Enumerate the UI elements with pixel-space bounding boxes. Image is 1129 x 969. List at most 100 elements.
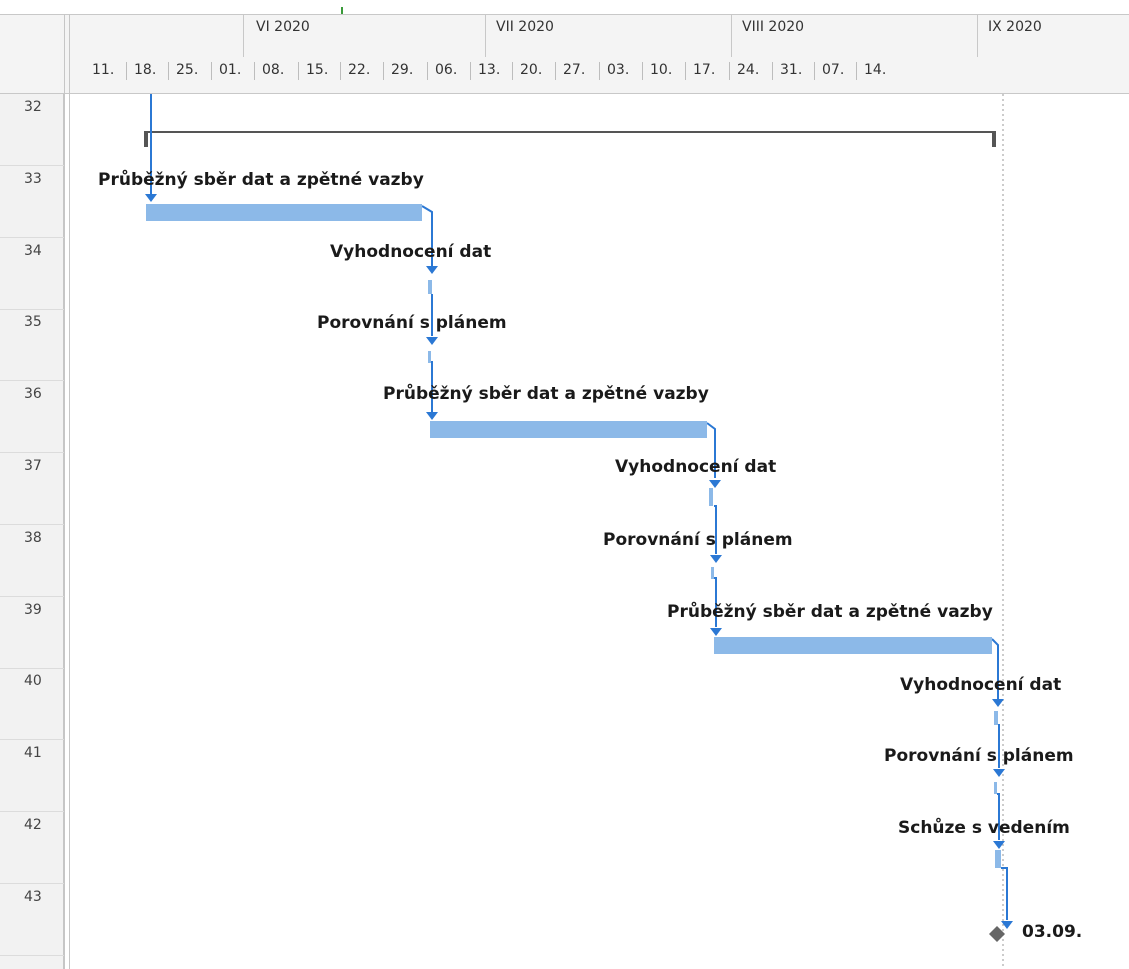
week-label: 10. <box>650 62 673 78</box>
link-arrowhead <box>426 266 438 274</box>
week-label: 08. <box>262 62 285 78</box>
timescale-header: VI 2020 VII 2020 VIII 2020 IX 2020 11. 18… <box>0 14 1129 94</box>
week-separator <box>642 62 643 80</box>
month-label: IX 2020 <box>988 19 1042 35</box>
row-divider <box>0 308 64 310</box>
week-separator <box>470 62 471 80</box>
task-bar[interactable] <box>995 850 1001 868</box>
row-number[interactable]: 39 <box>0 602 64 618</box>
month-separator <box>243 15 244 57</box>
task-bar[interactable] <box>994 711 998 725</box>
month-separator <box>731 15 732 57</box>
week-label: 15. <box>306 62 329 78</box>
row-number[interactable]: 41 <box>0 745 64 761</box>
month-label: VI 2020 <box>256 19 310 35</box>
month-separator <box>977 15 978 57</box>
month-separator <box>485 15 486 57</box>
task-bar[interactable] <box>428 351 431 363</box>
row-divider <box>0 739 64 741</box>
grid-splitter[interactable] <box>64 14 65 969</box>
link-arrowhead <box>145 194 157 202</box>
task-label: Porovnání s plánem <box>884 746 1074 766</box>
link-arrowhead <box>426 337 438 345</box>
week-label: 25. <box>176 62 199 78</box>
link-arrowhead <box>992 699 1004 707</box>
week-label: 14. <box>864 62 887 78</box>
row-number[interactable]: 42 <box>0 817 64 833</box>
task-label: Porovnání s plánem <box>317 313 507 333</box>
week-separator <box>729 62 730 80</box>
link-arrowhead <box>710 628 722 636</box>
week-separator <box>298 62 299 80</box>
row-divider <box>0 883 64 884</box>
header-corner <box>0 15 65 93</box>
week-separator <box>814 62 815 80</box>
top-strip <box>0 0 1129 14</box>
month-label: VII 2020 <box>496 19 554 35</box>
week-label: 17. <box>693 62 716 78</box>
task-label: Průběžný sběr dat a zpětné vazby <box>383 384 709 404</box>
link-arrowhead <box>709 480 721 488</box>
row-divider <box>0 811 64 813</box>
week-label: 24. <box>737 62 760 78</box>
row-number[interactable]: 40 <box>0 673 64 689</box>
row-header-column: 32 33 34 35 36 37 38 39 40 41 42 43 <box>0 94 64 969</box>
week-label: 27. <box>563 62 586 78</box>
link-arrowhead <box>426 412 438 420</box>
week-label: 13. <box>478 62 501 78</box>
summary-bracket-end <box>992 131 996 147</box>
row-divider <box>0 667 64 669</box>
task-bar[interactable] <box>428 280 432 294</box>
task-label: Průběžný sběr dat a zpětné vazby <box>667 602 993 622</box>
week-separator <box>383 62 384 80</box>
week-label: 01. <box>219 62 242 78</box>
week-label: 03. <box>607 62 630 78</box>
task-label: Vyhodnocení dat <box>615 457 777 477</box>
task-label: Vyhodnocení dat <box>900 675 1062 695</box>
row-divider <box>0 954 64 956</box>
week-label: 31. <box>780 62 803 78</box>
row-number[interactable]: 34 <box>0 243 64 259</box>
task-bar[interactable] <box>714 636 992 654</box>
row-number[interactable]: 37 <box>0 458 64 474</box>
summary-task-bracket <box>145 131 995 140</box>
week-label: 29. <box>391 62 414 78</box>
dependency-link <box>1001 867 1008 920</box>
week-label: 06. <box>435 62 458 78</box>
week-separator <box>685 62 686 80</box>
week-label: 18. <box>134 62 157 78</box>
task-bar[interactable] <box>146 203 422 221</box>
row-divider <box>0 595 64 597</box>
row-number[interactable]: 43 <box>0 889 64 905</box>
gantt-chart-area[interactable]: Průběžný sběr dat a zpětné vazby Vyhodnoc… <box>70 94 1129 969</box>
week-label: 07. <box>822 62 845 78</box>
current-date-tick <box>341 7 343 14</box>
week-separator <box>512 62 513 80</box>
task-bar[interactable] <box>994 782 997 794</box>
row-number[interactable]: 36 <box>0 386 64 402</box>
row-divider <box>0 524 64 525</box>
task-bar[interactable] <box>711 567 714 579</box>
task-label: Schůze s vedením <box>898 818 1070 838</box>
row-number[interactable]: 35 <box>0 314 64 330</box>
week-separator <box>772 62 773 80</box>
week-separator <box>427 62 428 80</box>
summary-bracket-end <box>144 131 148 147</box>
week-separator <box>168 62 169 80</box>
row-number[interactable]: 33 <box>0 171 64 187</box>
week-separator <box>340 62 341 80</box>
milestone-label: 03.09. <box>1022 922 1083 942</box>
row-divider <box>0 452 64 454</box>
task-label: Vyhodnocení dat <box>330 242 492 262</box>
week-label: 11. <box>92 62 115 78</box>
task-label: Porovnání s plánem <box>603 530 793 550</box>
task-bar[interactable] <box>430 420 707 438</box>
week-separator <box>126 62 127 80</box>
row-number[interactable]: 38 <box>0 530 64 546</box>
row-number[interactable]: 32 <box>0 99 64 115</box>
row-divider <box>0 165 64 166</box>
week-label: 20. <box>520 62 543 78</box>
week-separator <box>555 62 556 80</box>
task-label: Průběžný sběr dat a zpětné vazby <box>98 170 424 190</box>
task-bar[interactable] <box>709 488 713 506</box>
